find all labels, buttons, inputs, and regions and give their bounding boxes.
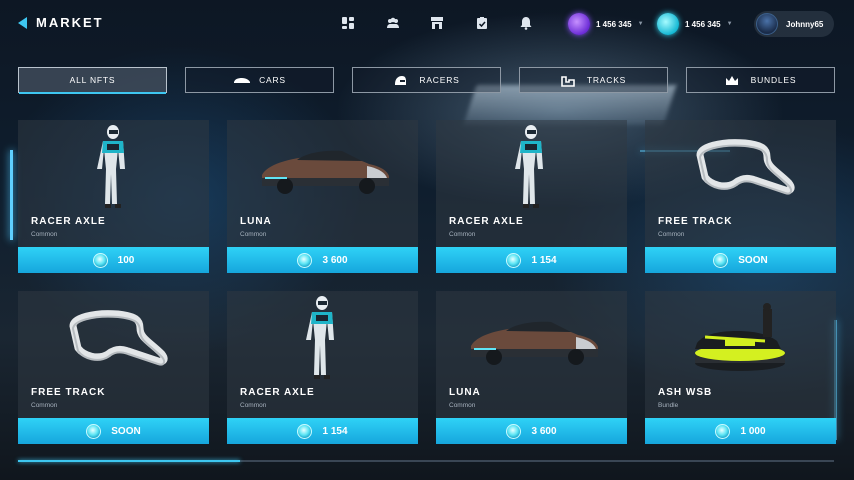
racer-figure (436, 120, 627, 212)
filter-all-nfts[interactable]: ALL NFTS (18, 67, 167, 94)
nft-card[interactable]: FREE TRACK Common SOON (18, 291, 209, 444)
filter-label: ALL NFTS (69, 75, 116, 85)
card-rarity: Common (31, 231, 58, 238)
category-filters: ALL NFTS CARS RACERS TRACKS BUNDLES (18, 67, 836, 94)
card-title: FREE TRACK (658, 216, 733, 227)
card-title: ASH WSB (658, 387, 713, 398)
card-title: LUNA (240, 216, 272, 227)
chevron-down-icon[interactable]: ▼ (727, 21, 733, 27)
buy-button[interactable]: SOON (18, 418, 209, 444)
track-icon (561, 75, 577, 87)
nft-card[interactable]: FREE TRACK Common SOON (645, 120, 836, 273)
notifications-icon[interactable] (519, 16, 533, 30)
coin-icon (506, 423, 522, 439)
nft-card[interactable]: RACER AXLE Common 1 154 (227, 291, 418, 444)
wallet-purple[interactable]: 1 456 345 ▼ (568, 12, 644, 36)
wallet-amount: 1 456 345 (596, 19, 632, 29)
buy-button[interactable]: 3 600 (436, 418, 627, 444)
tasks-icon[interactable] (475, 16, 489, 30)
price-value: SOON (738, 254, 768, 266)
nft-card[interactable]: RACER AXLE Common 100 (18, 120, 209, 273)
filter-label: TRACKS (586, 75, 627, 85)
racer-figure (227, 291, 418, 383)
track-model (18, 291, 209, 383)
filter-racers[interactable]: RACERS (352, 67, 501, 93)
horizontal-scrollbar[interactable] (18, 460, 834, 462)
buy-button[interactable]: 1 154 (227, 418, 418, 444)
buy-button[interactable]: 1 000 (645, 418, 836, 444)
dashboard-icon[interactable] (341, 16, 355, 30)
page-title: MARKET (36, 15, 104, 30)
price-value: 3 600 (322, 254, 348, 266)
filter-label: RACERS (419, 75, 460, 85)
buy-button[interactable]: 3 600 (227, 247, 418, 273)
crown-icon (725, 75, 741, 85)
card-title: LUNA (449, 387, 481, 398)
card-title: RACER AXLE (449, 216, 524, 227)
nft-card[interactable]: ASH WSB Bundle 1 000 (645, 291, 836, 444)
user-profile[interactable]: Johnny65 (754, 11, 834, 37)
track-model (645, 120, 836, 212)
back-arrow-icon[interactable] (18, 17, 27, 29)
buy-button[interactable]: SOON (645, 247, 836, 273)
nft-card[interactable]: RACER AXLE Common 1 154 (436, 120, 627, 273)
car-image (436, 291, 627, 383)
coin-icon (713, 252, 729, 268)
card-rarity: Bundle (658, 402, 679, 409)
coin-icon (297, 423, 313, 439)
coin-icon (92, 252, 108, 268)
purple-coin-icon (568, 13, 590, 35)
team-icon[interactable] (386, 16, 400, 30)
cyan-coin-icon (657, 13, 679, 35)
card-rarity: Common (240, 231, 267, 238)
card-rarity: Common (31, 402, 58, 409)
card-rarity: Common (449, 231, 476, 238)
card-rarity: Common (240, 402, 267, 409)
card-title: RACER AXLE (31, 216, 106, 227)
card-title: RACER AXLE (240, 387, 315, 398)
racer-figure (18, 120, 209, 212)
price-value: SOON (111, 425, 141, 437)
filter-label: BUNDLES (750, 75, 797, 85)
card-rarity: Common (658, 231, 685, 238)
car-icon (233, 75, 251, 85)
filter-bundles[interactable]: BUNDLES (686, 67, 835, 93)
filter-cars[interactable]: CARS (185, 67, 334, 93)
neon-strip (10, 150, 13, 240)
nft-card[interactable]: LUNA Common 3 600 (227, 120, 418, 273)
price-value: 1 154 (531, 254, 557, 266)
card-rarity: Common (449, 402, 476, 409)
price-value: 1 154 (322, 425, 348, 437)
card-title: FREE TRACK (31, 387, 106, 398)
car-image (227, 120, 418, 212)
nft-card[interactable]: LUNA Common 3 600 (436, 291, 627, 444)
buy-button[interactable]: 1 154 (436, 247, 627, 273)
helmet-icon (393, 75, 409, 85)
coin-icon (86, 423, 102, 439)
filter-tracks[interactable]: TRACKS (519, 67, 668, 93)
coin-icon (297, 252, 313, 268)
wallet-amount: 1 456 345 (685, 19, 721, 29)
username: Johnny65 (786, 19, 824, 29)
price-value: 3 600 (531, 425, 557, 437)
active-underline (19, 92, 166, 94)
chevron-down-icon[interactable]: ▼ (638, 21, 644, 27)
buy-button[interactable]: 100 (18, 247, 209, 273)
price-value: 100 (117, 254, 135, 266)
scrollbar-thumb[interactable] (18, 460, 240, 462)
wallet-cyan[interactable]: 1 456 345 ▼ (657, 12, 733, 36)
bundle-image (645, 291, 836, 383)
filter-label: CARS (259, 75, 286, 85)
top-bar: MARKET 1 456 345 ▼ 1 456 345 ▼ Johnny65 (0, 0, 854, 48)
coin-icon (715, 423, 731, 439)
price-value: 1 000 (740, 425, 766, 437)
avatar (756, 13, 778, 35)
coin-icon (506, 252, 522, 268)
store-icon[interactable] (430, 16, 444, 30)
